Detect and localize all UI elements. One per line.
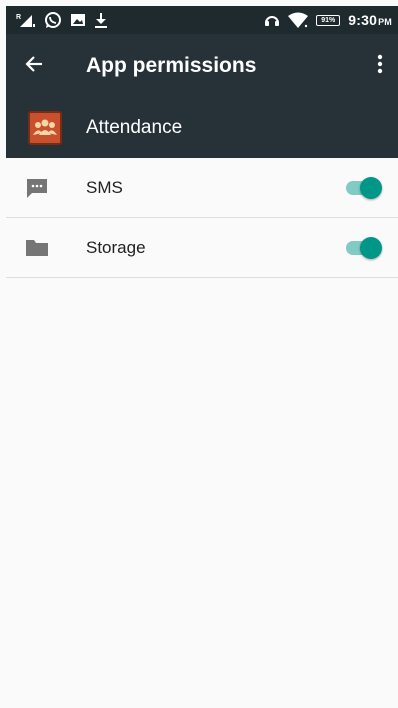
permission-label-storage: Storage — [86, 237, 146, 257]
battery-icon: 91% — [316, 14, 341, 26]
status-left-icons: R — [16, 11, 108, 29]
clock-ampm: PM — [378, 17, 392, 27]
permission-item-storage[interactable]: Storage — [6, 218, 398, 278]
headset-icon — [264, 13, 280, 27]
status-bar: R 91% 9:30PM — [6, 6, 398, 34]
battery-percent: 91% — [321, 16, 336, 24]
page-title: App permissions — [86, 54, 257, 77]
permission-item-sms[interactable]: SMS — [6, 158, 398, 218]
clock: 9:30PM — [348, 12, 392, 28]
app-header: Attendance — [6, 98, 398, 158]
message-icon — [22, 177, 52, 199]
whatsapp-icon — [44, 11, 62, 29]
permission-label-sms: SMS — [86, 177, 123, 197]
app-name: Attendance — [86, 117, 183, 138]
storage-toggle-thumb — [360, 236, 382, 259]
storage-toggle[interactable] — [346, 236, 382, 259]
attendance-app-icon — [28, 111, 62, 145]
clock-time: 9:30 — [348, 12, 378, 28]
arrow-back-icon — [24, 54, 44, 79]
folder-icon — [22, 238, 52, 258]
status-right-icons: 91% 9:30PM — [264, 12, 392, 28]
more-vert-icon — [377, 54, 383, 79]
more-options-button[interactable] — [362, 34, 398, 98]
signal-roaming-icon: R — [16, 12, 36, 28]
toolbar: App permissions — [6, 34, 398, 98]
permissions-list: SMS Storage — [6, 158, 398, 278]
image-icon — [70, 12, 86, 28]
wifi-icon — [288, 12, 309, 28]
screen: R 91% 9:30PM App permissions Attendance … — [0, 0, 398, 708]
sms-toggle-thumb — [360, 176, 382, 199]
download-icon — [94, 12, 108, 28]
sms-toggle[interactable] — [346, 176, 382, 199]
svg-text:R: R — [16, 14, 21, 21]
back-button[interactable] — [6, 34, 62, 98]
